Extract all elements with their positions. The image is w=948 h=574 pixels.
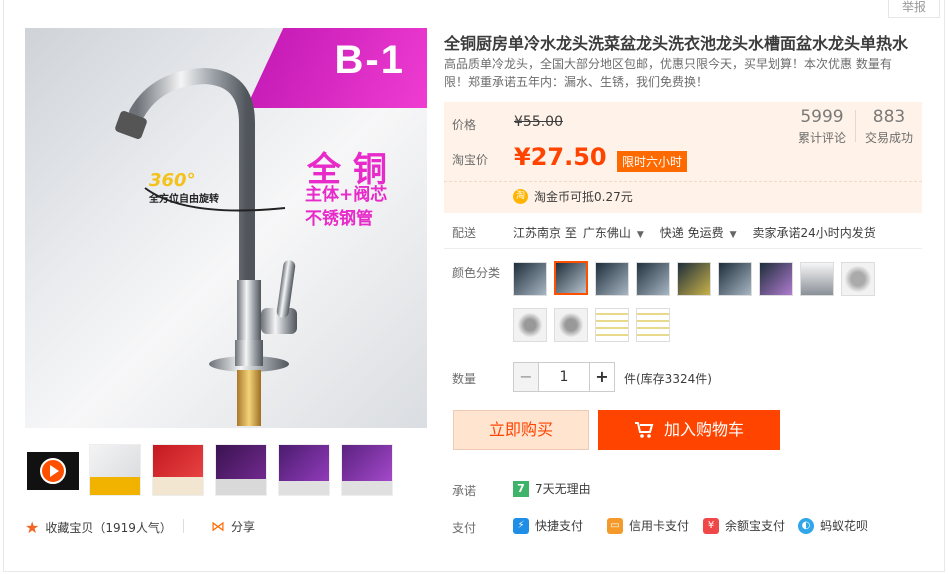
color-swatch[interactable] bbox=[513, 308, 547, 342]
add-to-cart-button[interactable]: 加入购物车 bbox=[598, 410, 780, 450]
original-price: ¥55.00 bbox=[514, 114, 563, 130]
ship-to-select[interactable]: 广东佛山 ▼ bbox=[583, 224, 654, 241]
product-title: 全铜厨房单冷水龙头洗菜盆龙头洗衣池龙头水槽面盆水龙头单热水 bbox=[444, 34, 909, 53]
share-label: 分享 bbox=[231, 520, 256, 534]
seven-day-return[interactable]: 7 7天无理由 bbox=[513, 480, 591, 497]
thumbnail-4[interactable] bbox=[278, 444, 330, 496]
rotation-caption: 全方位自由旋转 bbox=[149, 194, 219, 205]
taobao-coin-info: 淘 淘金币可抵0.27元 bbox=[513, 188, 633, 205]
taobao-price-label: 淘宝价 bbox=[452, 153, 489, 167]
review-count[interactable]: 5999 累计评论 bbox=[791, 107, 853, 146]
thumbnail-2[interactable] bbox=[152, 444, 204, 496]
color-swatch-selected[interactable] bbox=[554, 261, 588, 295]
star-icon: ★ bbox=[25, 518, 40, 537]
payment-yuebao[interactable]: ¥ 余额宝支付 bbox=[703, 517, 785, 534]
color-swatch[interactable] bbox=[636, 262, 670, 296]
color-swatch[interactable] bbox=[841, 262, 875, 296]
lightning-icon: ⚡ bbox=[513, 517, 529, 534]
limited-time-badge: 限时六小时 bbox=[617, 151, 688, 172]
share-icon: ⋈ bbox=[211, 518, 225, 535]
color-swatch[interactable] bbox=[595, 262, 629, 296]
coin-icon: 淘 bbox=[513, 189, 528, 204]
promo-line-2: 主体+阀芯 bbox=[305, 185, 388, 205]
color-swatch[interactable] bbox=[513, 262, 547, 296]
seven-day-icon: 7 bbox=[513, 480, 529, 497]
thumbnail-5[interactable] bbox=[341, 444, 393, 496]
quantity-input[interactable]: 1 bbox=[539, 362, 589, 392]
price-label: 价格 bbox=[452, 118, 477, 132]
product-subtitle: 高品质单冷龙头，全国大部分地区包邮，优惠只限今天，买早划算！本次优惠 数量有限！… bbox=[444, 57, 892, 89]
color-label: 颜色分类 bbox=[452, 266, 501, 280]
caret-down-icon: ▼ bbox=[729, 230, 737, 240]
money-bag-icon: ¥ bbox=[703, 517, 719, 534]
payment-huabei[interactable]: ◐ 蚂蚁花呗 bbox=[798, 517, 868, 534]
report-link[interactable]: 举报 bbox=[888, 0, 940, 18]
quantity-increase-button[interactable]: + bbox=[589, 362, 615, 392]
section-divider bbox=[444, 248, 922, 249]
video-thumbnail[interactable] bbox=[27, 452, 79, 490]
main-product-image[interactable]: B-1 360° 全方位自由旋转 全 铜 主体+阀芯 不锈钢管 bbox=[25, 28, 427, 428]
play-icon bbox=[40, 458, 66, 484]
huabei-icon: ◐ bbox=[798, 517, 814, 534]
share-button[interactable]: ⋈ 分享 bbox=[211, 518, 255, 535]
price-divider bbox=[444, 181, 922, 182]
color-swatch[interactable] bbox=[759, 262, 793, 296]
ship-from: 江苏南京 至 bbox=[513, 226, 577, 240]
sales-count: 883 交易成功 bbox=[864, 107, 913, 145]
guarantee-label: 承诺 bbox=[452, 484, 477, 498]
shipping-info: 江苏南京 至 广东佛山 ▼ 快递 免运费 ▼ 卖家承诺24小时内发货 bbox=[513, 224, 876, 241]
rotation-label: 360° bbox=[149, 170, 196, 191]
color-swatch[interactable] bbox=[554, 308, 588, 342]
payment-credit-card[interactable]: ▭ 信用卡支付 bbox=[607, 517, 689, 534]
payment-quick[interactable]: ⚡ 快捷支付 bbox=[513, 517, 583, 534]
ship-promise: 卖家承诺24小时内发货 bbox=[752, 226, 876, 240]
color-swatch[interactable] bbox=[636, 308, 670, 342]
quantity-decrease-button[interactable]: − bbox=[513, 362, 539, 392]
quantity-label: 数量 bbox=[452, 372, 477, 386]
color-swatch[interactable] bbox=[595, 308, 629, 342]
quantity-stepper: − 1 + bbox=[513, 362, 615, 392]
stat-divider bbox=[855, 110, 856, 142]
color-swatch[interactable] bbox=[677, 262, 711, 296]
stock-info: 件(库存3324件) bbox=[624, 372, 712, 386]
thumbnail-3[interactable] bbox=[215, 444, 267, 496]
payment-label: 支付 bbox=[452, 521, 477, 535]
current-price: ¥27.50 bbox=[514, 143, 607, 171]
favorite-button[interactable]: ★ 收藏宝贝（1919人气） bbox=[25, 518, 172, 537]
color-swatch[interactable] bbox=[718, 262, 752, 296]
caret-down-icon: ▼ bbox=[636, 230, 644, 240]
favorite-label: 收藏宝贝（1919人气） bbox=[45, 521, 172, 535]
divider bbox=[183, 519, 184, 533]
credit-card-icon: ▭ bbox=[607, 517, 623, 534]
cart-icon bbox=[634, 422, 654, 438]
buy-now-button[interactable]: 立即购买 bbox=[453, 410, 589, 450]
thumbnail-1[interactable] bbox=[89, 444, 141, 496]
color-swatch[interactable] bbox=[800, 262, 834, 296]
shipping-label: 配送 bbox=[452, 226, 477, 240]
promo-line-3: 不锈钢管 bbox=[305, 209, 373, 229]
ship-method-select[interactable]: 快递 免运费 ▼ bbox=[660, 224, 747, 241]
